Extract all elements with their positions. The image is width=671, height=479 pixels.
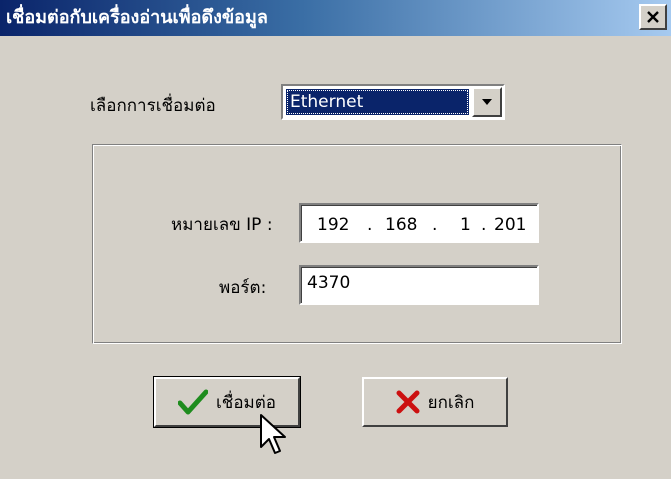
cancel-button[interactable]: ยกเลิก xyxy=(362,377,508,427)
ip-address-label: หมายเลข IP : xyxy=(171,215,273,235)
window-title: เชื่อมต่อกับเครื่องอ่านเพื่อดึงข้อมูล xyxy=(6,7,268,28)
ip-octet-4[interactable]: 201 xyxy=(494,209,526,241)
ip-octet-3[interactable]: 1 xyxy=(460,209,471,241)
check-icon xyxy=(177,389,208,415)
ip-octet-2[interactable]: 168 xyxy=(385,209,417,241)
x-icon xyxy=(396,390,420,414)
network-settings-group xyxy=(92,144,622,344)
dropdown-button[interactable] xyxy=(472,87,502,117)
connection-type-label: เลือกการเชื่อมต่อ xyxy=(90,96,216,116)
port-field[interactable]: 4370 xyxy=(299,265,539,305)
cancel-button-label: ยกเลิก xyxy=(427,392,475,413)
connect-button-label: เชื่อมต่อ xyxy=(215,392,276,413)
mouse-pointer-icon xyxy=(260,414,286,454)
ip-octet-1[interactable]: 192 xyxy=(317,209,349,241)
connect-dialog: เชื่อมต่อกับเครื่องอ่านเพื่อดึงข้อมูล เล… xyxy=(0,0,671,479)
close-button[interactable] xyxy=(639,4,667,30)
chevron-down-icon xyxy=(482,99,492,105)
connection-type-select[interactable]: Ethernet xyxy=(281,84,505,120)
title-bar[interactable]: เชื่อมต่อกับเครื่องอ่านเพื่อดึงข้อมูล xyxy=(0,0,671,36)
ip-dot: . xyxy=(432,215,438,235)
connection-type-value: Ethernet xyxy=(286,89,469,115)
ip-dot: . xyxy=(367,215,373,235)
close-icon xyxy=(647,11,659,23)
ip-address-field[interactable]: 192 . 168 . 1 . 201 xyxy=(299,203,539,243)
ip-dot: . xyxy=(481,215,487,235)
port-label: พอร์ต: xyxy=(219,278,267,298)
